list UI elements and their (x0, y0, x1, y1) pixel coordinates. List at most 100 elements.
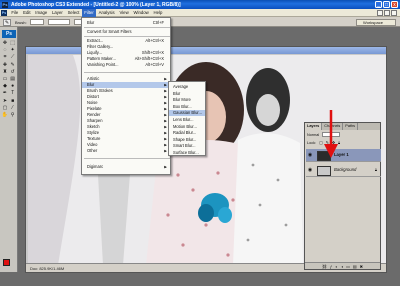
submenu-item-smart-blur[interactable]: Smart Blur... (169, 143, 205, 149)
submenu-item-shape-blur[interactable]: Shape Blur... (169, 137, 205, 143)
menu-item-label: Other (87, 148, 98, 153)
menu-item-label: Vanishing Point... (87, 62, 119, 67)
hand-tool-icon[interactable]: ✋ (2, 112, 9, 118)
layer-row-layer-1[interactable]: ◉ Layer 1 (306, 149, 381, 162)
shape-tool-icon[interactable]: ■ (9, 98, 16, 104)
slice-tool-icon[interactable]: ⟋ (9, 54, 16, 60)
layer-thumbnail (317, 165, 331, 176)
foreground-color-swatch[interactable] (3, 259, 10, 266)
path-selection-tool-icon[interactable]: ➤ (2, 98, 9, 104)
new-layer-icon[interactable]: ▤ (353, 264, 357, 269)
menu-item-vanishing-point[interactable]: Vanishing Point... Alt+Ctrl+V (82, 62, 170, 68)
brush-size-picker[interactable] (30, 19, 44, 25)
type-tool-icon[interactable]: T (9, 90, 16, 96)
menu-separator (84, 158, 170, 159)
pen-tool-icon[interactable]: ✒ (2, 90, 9, 96)
eyedropper-tool-icon[interactable]: ⁄ (9, 105, 16, 111)
adjustment-layer-icon[interactable]: ◑ (341, 264, 343, 269)
blend-mode-select[interactable]: Normal (307, 132, 319, 138)
menu-items: File Edit Image Layer Select Filter Anal… (9, 9, 165, 17)
menu-layer[interactable]: Layer (50, 9, 66, 17)
layer-name: Background (334, 167, 357, 172)
move-tool-icon[interactable]: ✥ (2, 40, 9, 46)
window-controls: _ □ x (375, 1, 398, 8)
submenu-item-surface-blur[interactable]: Surface Blur... (169, 150, 205, 156)
menu-item-label: Digimarc (87, 164, 104, 169)
tab-paths[interactable]: Paths (343, 123, 359, 130)
menu-analysis[interactable]: Analysis (96, 9, 117, 17)
layer-style-icon[interactable]: ƒ (330, 264, 332, 269)
menu-select[interactable]: Select (65, 9, 82, 17)
mdi-minimize-button[interactable] (377, 10, 383, 16)
options-bar: ✎ Brush: Workspace (0, 17, 400, 27)
menu-image[interactable]: Image (33, 9, 50, 17)
toolbox: Ps ✥ ⬚ ◌ ✦ ⌗ ⟋ ✚ ✎ ♜ ↺ ▭ ▤ ◆ ● ✒ T ➤ ■ ▢… (0, 27, 18, 272)
ps-logo: Ps (1, 10, 7, 16)
minimize-button[interactable]: _ (375, 1, 382, 8)
maximize-button[interactable]: □ (383, 1, 390, 8)
submenu-item-lens-blur[interactable]: Lens Blur... (169, 117, 205, 123)
menu-window[interactable]: Window (131, 9, 151, 17)
link-layers-icon[interactable]: ⛓ (322, 264, 327, 269)
mdi-controls (377, 10, 397, 16)
menu-help[interactable]: Help (151, 9, 165, 17)
submenu-item-box-blur[interactable]: Box Blur... (169, 104, 205, 110)
eraser-tool-icon[interactable]: ▭ (2, 76, 9, 82)
menu-item-digimarc[interactable]: Digimarc ▶ (82, 164, 170, 170)
blur-tool-icon[interactable]: ◆ (2, 83, 9, 89)
lock-label: Lock: (307, 141, 317, 145)
dodge-tool-icon[interactable]: ● (9, 83, 16, 89)
submenu-item-radial-blur[interactable]: Radial Blur... (169, 130, 205, 136)
notes-tool-icon[interactable]: ▢ (2, 105, 9, 111)
brush-tool-preset-icon[interactable]: ✎ (3, 18, 11, 26)
submenu-item-motion-blur[interactable]: Motion Blur... (169, 124, 205, 130)
mode-select[interactable] (48, 19, 70, 25)
menu-item-label: Artistic (87, 76, 100, 81)
history-brush-tool-icon[interactable]: ↺ (9, 69, 16, 75)
layer-row-background[interactable]: ◉ Background 🔒︎ (306, 164, 381, 177)
visibility-eye-icon[interactable]: ◉ (307, 167, 313, 173)
marquee-tool-icon[interactable]: ⬚ (9, 40, 16, 46)
title-bar: Ps Adobe Photoshop CS3 Extended - [Untit… (0, 0, 400, 9)
color-swatches[interactable] (3, 259, 15, 269)
menu-filter[interactable]: Filter (81, 9, 97, 17)
crop-tool-icon[interactable]: ⌗ (2, 54, 9, 60)
lock-icon: 🔒︎ (374, 167, 377, 172)
submenu-item-blur-more[interactable]: Blur More (169, 97, 205, 103)
layer-mask-icon[interactable]: ◐ (335, 264, 337, 269)
menu-edit[interactable]: Edit (21, 9, 33, 17)
filter-menu: Blur Ctrl+F Convert for Smart Filters Ex… (81, 17, 171, 175)
close-button[interactable]: x (391, 1, 398, 8)
healing-brush-tool-icon[interactable]: ✚ (2, 62, 9, 68)
zoom-tool-icon[interactable]: ⚲ (9, 112, 16, 118)
menu-item-label: Extract... (87, 38, 104, 43)
submenu-item-gaussian-blur[interactable]: Gaussian Blur... (169, 110, 205, 117)
menu-view[interactable]: View (117, 9, 131, 17)
menu-item-other[interactable]: Other ▶ (82, 148, 170, 154)
menu-item-label: Texture (87, 136, 101, 141)
menu-item-label: Pattern Maker... (87, 56, 116, 61)
menu-item-shortcut: Ctrl+F (152, 20, 164, 25)
workspace-button[interactable]: Workspace (356, 18, 396, 26)
lasso-tool-icon[interactable]: ◌ (2, 47, 9, 53)
menu-item-convert-smart-filters[interactable]: Convert for Smart Filters (82, 29, 170, 35)
menu-item-shortcut: Alt+Ctrl+V (145, 62, 164, 67)
gradient-tool-icon[interactable]: ▤ (9, 76, 16, 82)
menu-separator (84, 36, 170, 37)
magic-wand-tool-icon[interactable]: ✦ (9, 47, 16, 53)
brush-tool-icon[interactable]: ✎ (9, 62, 16, 68)
menu-file[interactable]: File (9, 9, 21, 17)
submenu-item-blur[interactable]: Blur (169, 91, 205, 97)
window-title: Adobe Photoshop CS3 Extended - [Untitled… (11, 1, 181, 8)
layers-panel-tabs: Layers Channels Paths (305, 123, 380, 130)
mdi-close-button[interactable] (391, 10, 397, 16)
menu-item-last-filter[interactable]: Blur Ctrl+F (82, 20, 170, 26)
clone-stamp-tool-icon[interactable]: ♜ (2, 69, 9, 75)
tab-layers[interactable]: Layers (305, 123, 323, 130)
mdi-restore-button[interactable] (384, 10, 390, 16)
delete-layer-icon[interactable]: ✖ (360, 264, 363, 269)
group-icon[interactable]: ▭ (346, 264, 350, 269)
submenu-item-average[interactable]: Average (169, 84, 205, 90)
menu-item-label: Stylize (87, 130, 100, 135)
visibility-eye-icon[interactable]: ◉ (307, 152, 313, 158)
